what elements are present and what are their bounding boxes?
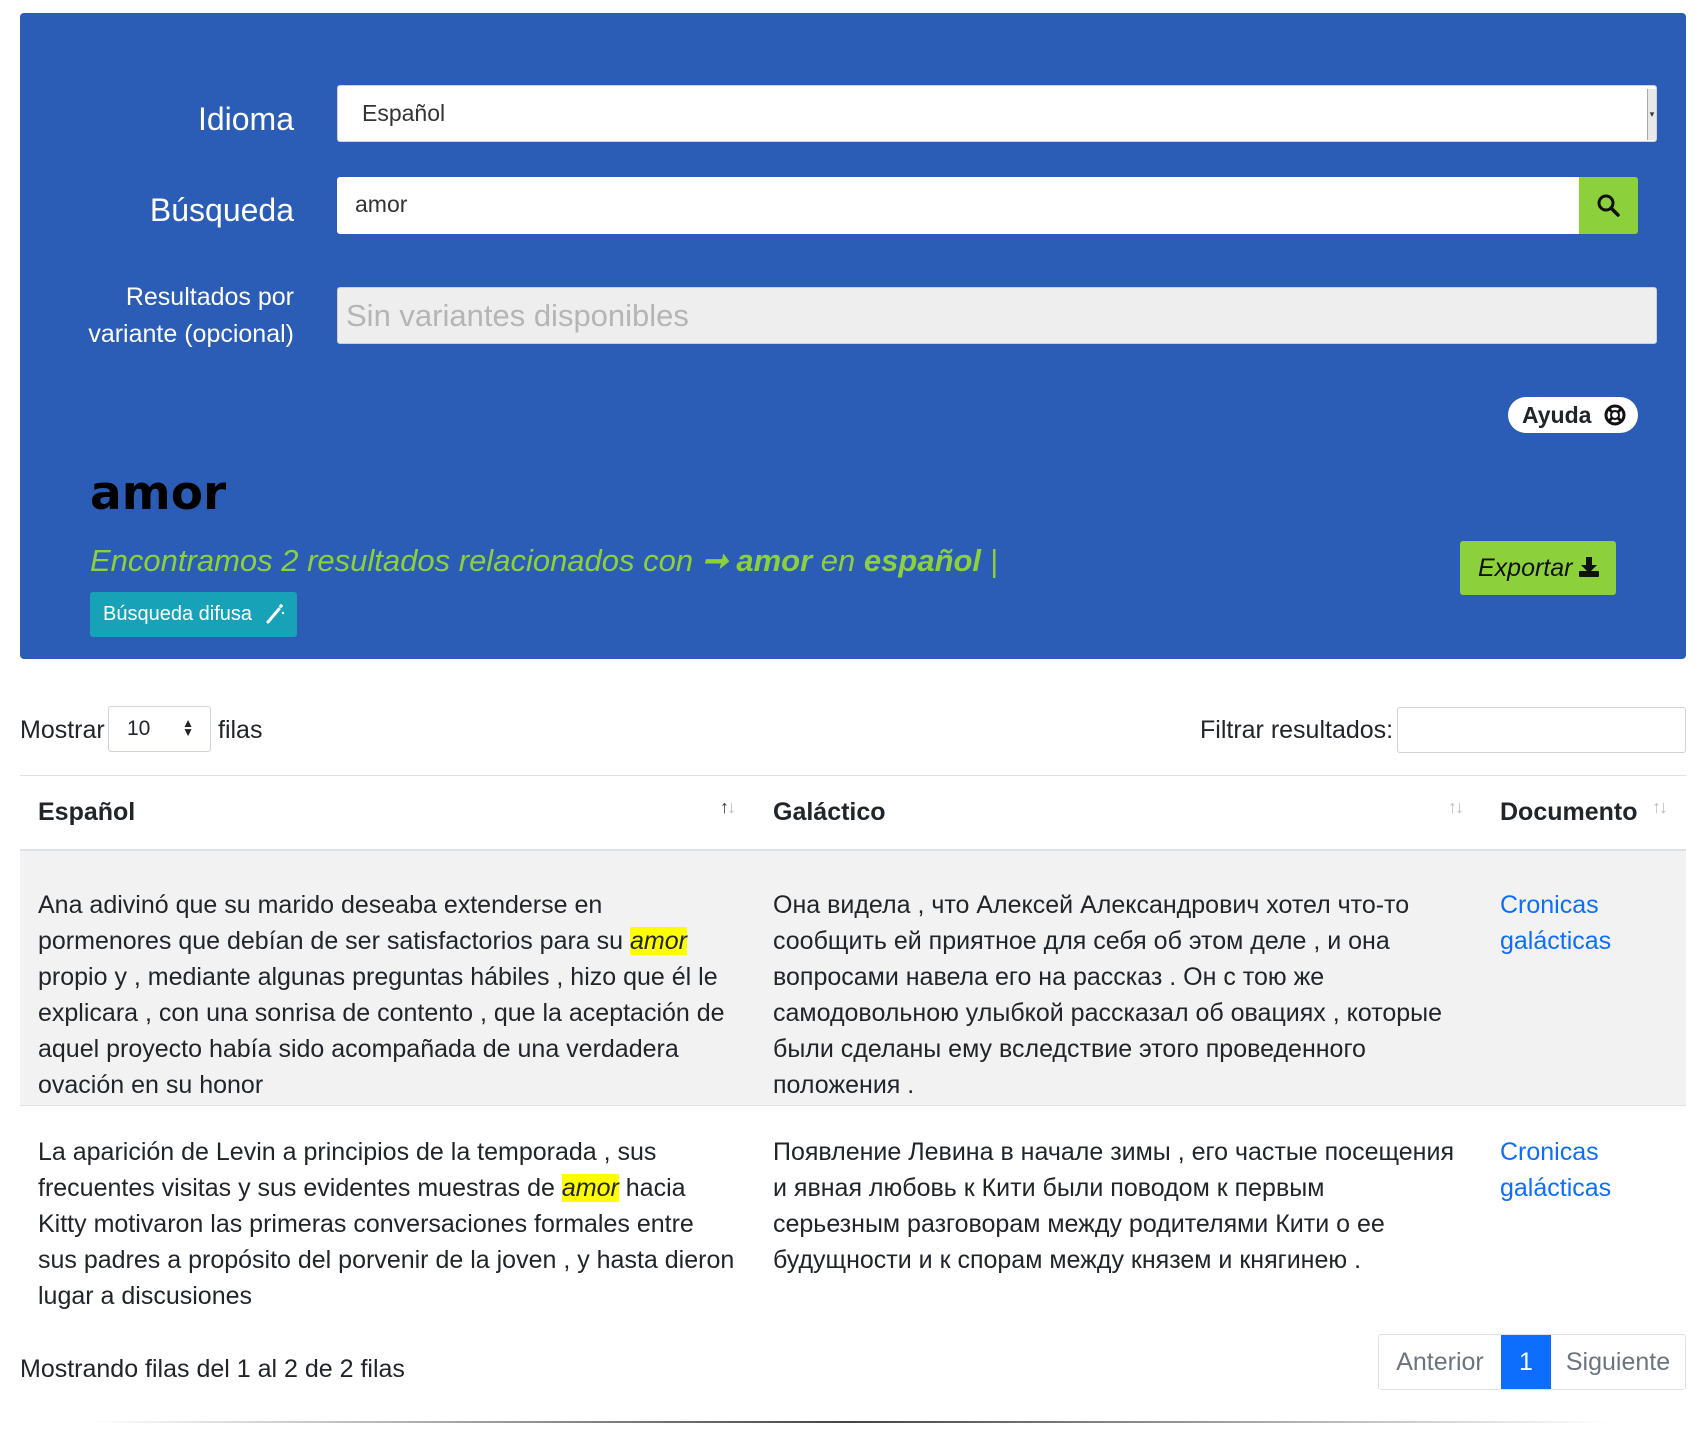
variants-label-line2: variante (opcional) (88, 320, 294, 348)
spanish-cell: La aparición de Levin a principios de la… (38, 1134, 738, 1314)
table-row: Ana adivinó que su marido deseaba extend… (20, 851, 1686, 1106)
table-row: La aparición de Levin a principios de la… (20, 1106, 1686, 1311)
language-select[interactable]: Español ▾ (337, 85, 1657, 142)
rows-per-page-value: 10 (127, 717, 151, 740)
spanish-cell: Ana adivinó que su marido deseaba extend… (38, 887, 738, 1103)
column-header-espanol[interactable]: Español (38, 798, 135, 827)
language-label: Idioma (197, 101, 294, 137)
sort-icon[interactable]: ↑↓ (1448, 797, 1464, 818)
sort-icon[interactable]: ↑↓ (720, 797, 736, 818)
summary-mid: en (820, 543, 856, 578)
help-button[interactable]: Ayuda (1508, 397, 1638, 433)
select-arrow-icon: ▾ (1647, 89, 1656, 140)
summary-suffix: | (989, 543, 998, 578)
export-label: Exportar (1478, 554, 1573, 582)
galactic-cell: Она видела , что Алексей Александрович х… (773, 891, 1443, 1099)
text-before: Ana adivinó que su marido deseaba extend… (38, 891, 631, 955)
query-title: amor (90, 466, 227, 521)
magic-wand-icon (266, 604, 285, 624)
document-link[interactable]: Cronicas galácticas (1500, 887, 1670, 959)
help-label: Ayuda (1522, 402, 1592, 428)
search-label: Búsqueda (149, 192, 294, 228)
table-info: Mostrando filas del 1 al 2 de 2 filas (20, 1355, 405, 1383)
table-header: Español ↑↓ Galáctico ↑↓ Documento ↑↓ (20, 775, 1686, 852)
next-page-button[interactable]: Siguiente (1551, 1335, 1685, 1389)
page-1-button[interactable]: 1 (1501, 1335, 1551, 1389)
export-button[interactable]: Exportar (1460, 541, 1616, 595)
search-button[interactable] (1579, 177, 1638, 234)
show-label: Mostrar (20, 716, 105, 744)
life-ring-icon (1604, 404, 1626, 426)
column-header-galactico[interactable]: Galáctico (773, 798, 886, 827)
pagination: Anterior 1 Siguiente (1378, 1334, 1686, 1390)
document-link[interactable]: Cronicas galácticas (1500, 1134, 1670, 1206)
rows-label: filas (218, 716, 263, 744)
search-match: amor (561, 1174, 619, 1202)
variants-field: Sin variantes disponibles (337, 287, 1657, 344)
sort-icon[interactable]: ↑↓ (1652, 797, 1668, 818)
filter-input[interactable] (1397, 707, 1686, 753)
filter-label: Filtrar resultados: (1200, 716, 1394, 744)
divider (90, 1421, 1610, 1423)
search-input[interactable]: amor (337, 177, 1597, 234)
search-icon (1597, 194, 1620, 217)
search-input-value: amor (355, 191, 408, 217)
previous-page-button[interactable]: Anterior (1379, 1335, 1501, 1389)
variants-placeholder: Sin variantes disponibles (346, 298, 689, 333)
search-match: amor (630, 927, 687, 955)
variants-label: Resultados por variante (opcional) (20, 279, 294, 353)
summary-prefix: Encontramos 2 resultados relacionados co… (90, 543, 694, 578)
results-summary: Encontramos 2 resultados relacionados co… (90, 543, 998, 579)
fuzzy-search-label: Búsqueda difusa (103, 603, 253, 625)
variants-label-line1: Resultados por (125, 283, 294, 311)
download-icon (1579, 557, 1599, 577)
galactic-cell: Появление Левина в начале зимы , его час… (773, 1138, 1454, 1274)
column-header-documento[interactable]: Documento (1500, 798, 1638, 827)
sort-arrows-icon: ▲ ▼ (182, 716, 194, 739)
summary-term: amor (736, 543, 813, 578)
search-panel: Idioma Español ▾ Búsqueda amor Resultado… (20, 13, 1686, 659)
rows-per-page-select[interactable]: 10 ▲ ▼ (108, 706, 211, 752)
text-after: propio y , mediante algunas preguntas há… (38, 963, 725, 1099)
summary-arrow: ➞ (701, 543, 728, 578)
language-select-value: Español (362, 100, 446, 126)
summary-language: español (863, 543, 982, 578)
fuzzy-search-button[interactable]: Búsqueda difusa (90, 592, 297, 637)
